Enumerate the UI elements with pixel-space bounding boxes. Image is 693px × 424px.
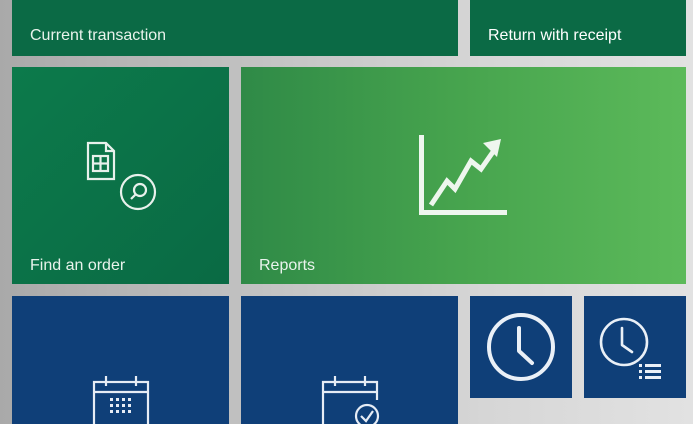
- calendar-grid-icon: [92, 376, 150, 424]
- find-an-order-label: Find an order: [30, 257, 126, 274]
- return-with-receipt-label: Return with receipt: [488, 27, 622, 44]
- clock-list-tile[interactable]: [584, 296, 686, 398]
- reports-tile[interactable]: Reports: [241, 67, 686, 284]
- clock-list-icon: [599, 317, 661, 379]
- return-with-receipt-tile[interactable]: Return with receipt: [470, 0, 686, 56]
- find-order-icon: [86, 141, 157, 211]
- calendar-check-tile[interactable]: [241, 296, 458, 424]
- clock-icon: [487, 313, 555, 381]
- calendar-check-icon: [321, 376, 380, 424]
- current-transaction-label: Current transaction: [30, 27, 167, 44]
- reports-label: Reports: [259, 257, 316, 274]
- clock-tile[interactable]: [470, 296, 572, 398]
- calendar-tile[interactable]: [12, 296, 229, 424]
- line-chart-icon: [419, 135, 507, 215]
- current-transaction-tile[interactable]: Current transaction: [12, 0, 458, 56]
- find-an-order-tile[interactable]: Find an order: [12, 67, 229, 284]
